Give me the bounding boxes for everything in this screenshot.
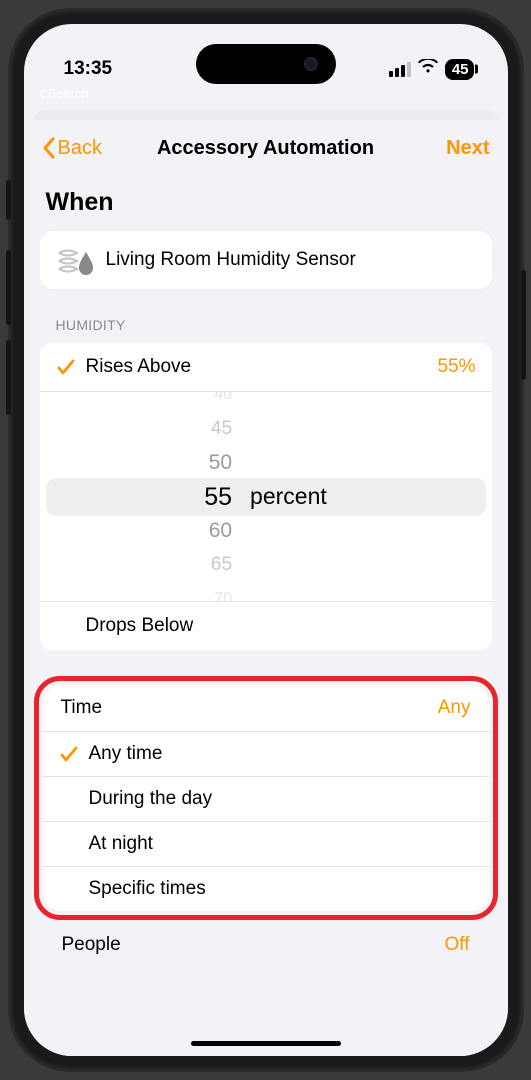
breadcrumb-back[interactable]: Search xyxy=(38,86,89,101)
time-option-day[interactable]: During the day xyxy=(43,777,489,822)
time-option-specific[interactable]: Specific times xyxy=(43,867,489,911)
percent-picker[interactable]: 40 45 50 55 60 65 70 percent xyxy=(40,392,492,602)
humidity-list: Rises Above 55% 40 45 50 55 60 xyxy=(40,343,492,650)
battery-icon: 45 xyxy=(445,59,474,80)
people-header-row[interactable]: People Off xyxy=(40,920,492,962)
humidity-sensor-icon xyxy=(56,245,92,275)
dynamic-island xyxy=(196,44,336,84)
time-header-row[interactable]: Time Any xyxy=(43,685,489,732)
cellular-icon xyxy=(389,62,411,77)
sensor-name: Living Room Humidity Sensor xyxy=(106,249,356,271)
section-heading-when: When xyxy=(40,184,492,231)
wifi-icon xyxy=(418,58,438,80)
drops-below-row[interactable]: Drops Below xyxy=(40,602,492,650)
status-time: 13:35 xyxy=(64,58,113,80)
time-section-highlight: Time Any Any time During the day xyxy=(34,676,498,920)
next-button[interactable]: Next xyxy=(446,137,489,160)
home-indicator[interactable] xyxy=(191,1041,341,1046)
nav-bar: Back Accessory Automation Next xyxy=(24,120,508,176)
rises-above-row[interactable]: Rises Above 55% xyxy=(40,343,492,392)
humidity-header: HUMIDITY xyxy=(40,289,492,343)
sensor-card[interactable]: Living Room Humidity Sensor xyxy=(40,231,492,289)
back-button[interactable]: Back xyxy=(42,137,102,160)
time-option-any[interactable]: Any time xyxy=(43,732,489,777)
people-value: Off xyxy=(445,934,470,956)
time-option-night[interactable]: At night xyxy=(43,822,489,867)
picker-unit: percent xyxy=(248,483,327,510)
checkmark-icon xyxy=(59,744,89,764)
checkmark-icon xyxy=(56,357,86,377)
time-value: Any xyxy=(438,697,471,719)
rises-value: 55% xyxy=(437,356,475,378)
